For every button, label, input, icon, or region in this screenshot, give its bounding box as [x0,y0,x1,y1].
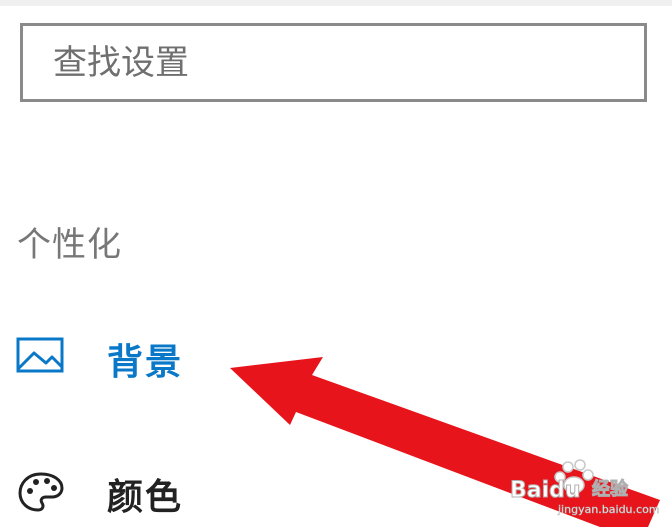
search-box[interactable] [20,23,647,102]
window-top-edge [0,0,672,6]
palette-icon [18,472,64,512]
nav-item-colors[interactable]: 颜色 [0,456,600,526]
nav-item-colors-label: 颜色 [107,477,184,518]
search-input[interactable] [23,26,644,99]
picture-icon [16,337,64,373]
section-title-personalization: 个性化 [17,225,122,265]
nav-item-background-label: 背景 [107,342,184,383]
nav-item-background[interactable]: 背景 [0,321,600,391]
